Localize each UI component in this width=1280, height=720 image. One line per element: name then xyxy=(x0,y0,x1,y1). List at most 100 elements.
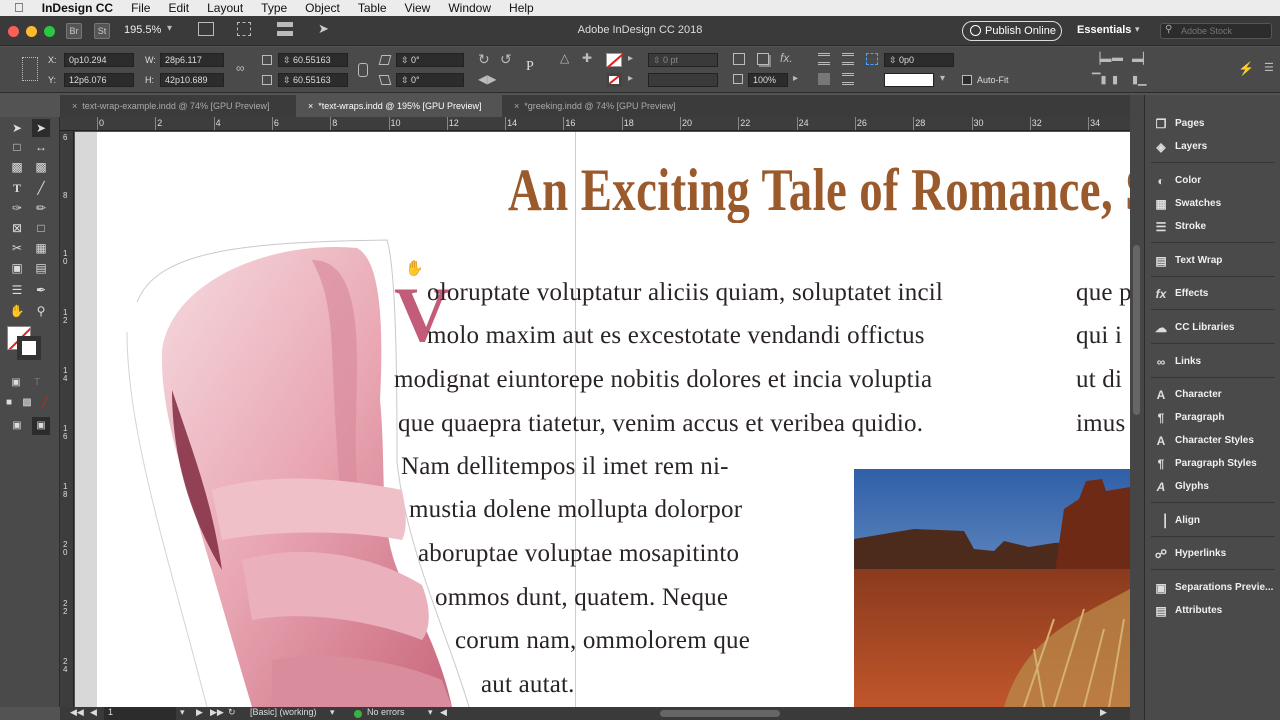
view-options-icon[interactable] xyxy=(198,22,214,36)
fill-swatch[interactable] xyxy=(606,53,623,68)
panel-color[interactable]: ◐ Color xyxy=(1145,170,1280,192)
scroll-left-icon[interactable]: ◀ xyxy=(440,707,447,718)
zoom-dropdown-icon[interactable]: ▾ xyxy=(167,23,172,34)
tab-greeking[interactable]: × *greeking.indd @ 74% [GPU Preview] xyxy=(502,95,702,117)
opacity-field[interactable]: 100% xyxy=(748,73,788,87)
apply-gradient-icon[interactable]: ▩ xyxy=(18,394,36,412)
panel-pages[interactable]: ❐ Pages xyxy=(1145,113,1280,135)
shear-angle-field[interactable]: ⇳ 0° xyxy=(396,73,464,87)
desert-landscape-image[interactable] xyxy=(854,469,1130,707)
first-page-icon[interactable]: ◀◀ xyxy=(70,707,84,718)
rotate-cw-icon[interactable]: ↻ xyxy=(478,51,490,68)
line-tool-icon[interactable]: ╱ xyxy=(32,179,50,197)
panel-attributes[interactable]: ▤ Attributes xyxy=(1145,600,1280,622)
pencil-tool-icon[interactable]: ✏ xyxy=(32,199,50,217)
constrain-proportions-icon[interactable]: ∞ xyxy=(236,61,245,75)
content-placer-icon[interactable]: ▩ xyxy=(32,158,50,176)
opacity-dropdown-icon[interactable]: ▸ xyxy=(793,73,798,84)
next-page-icon[interactable]: ▶ xyxy=(196,707,203,718)
menu-layout[interactable]: Layout xyxy=(198,0,252,16)
page-tool-icon[interactable]: □ xyxy=(8,138,26,156)
close-tab-icon[interactable]: × xyxy=(308,101,313,111)
quick-apply-icon[interactable]: ⚡ xyxy=(1238,61,1254,77)
column2-line[interactable]: imus xyxy=(1076,410,1125,438)
menu-file[interactable]: File xyxy=(122,0,159,16)
horizontal-scroll-thumb[interactable] xyxy=(660,710,780,717)
text-wrap-none-icon[interactable] xyxy=(818,53,830,65)
scissors-tool-icon[interactable]: ✂ xyxy=(8,239,26,257)
fill-dropdown-icon[interactable]: ▸ xyxy=(628,53,633,64)
stock-button[interactable]: St xyxy=(94,23,110,39)
profile-dropdown-icon[interactable]: ▾ xyxy=(330,707,335,718)
menu-window[interactable]: Window xyxy=(439,0,500,16)
menu-view[interactable]: View xyxy=(396,0,440,16)
align-bottom-icon[interactable]: ▮▁ xyxy=(1132,73,1147,86)
rotation-angle-field[interactable]: ⇳ 0° xyxy=(396,53,464,67)
preview-mode-icon[interactable]: ▣ xyxy=(32,417,50,435)
panel-text-wrap[interactable]: ▤ Text Wrap xyxy=(1145,250,1280,272)
tab-text-wrap-example[interactable]: × text-wrap-example.indd @ 74% [GPU Prev… xyxy=(60,95,296,117)
rectangle-frame-tool-icon[interactable]: ⊠ xyxy=(8,219,26,237)
panel-swatches[interactable]: ▦ Swatches xyxy=(1145,193,1280,215)
eyedropper-tool-icon[interactable]: ✒ xyxy=(32,281,50,299)
body-line[interactable]: ommos dunt, quatem. Neque xyxy=(435,584,728,612)
body-line[interactable]: que quaepra tiatetur, venim accus et ver… xyxy=(398,410,923,438)
body-line[interactable]: molo maxim aut es excestotate vendandi o… xyxy=(427,322,925,350)
y-position-field[interactable]: 12p6.076 xyxy=(64,73,134,87)
jump-next-column-icon[interactable] xyxy=(842,73,854,85)
apply-color-icon[interactable]: ■ xyxy=(0,394,18,412)
page-dropdown-icon[interactable]: ▾ xyxy=(180,707,185,718)
menu-help[interactable]: Help xyxy=(500,0,543,16)
page-number-field[interactable]: 1 xyxy=(104,707,176,720)
vertical-scroll-thumb[interactable] xyxy=(1133,245,1140,415)
close-window-button[interactable] xyxy=(8,26,19,37)
send-icon[interactable]: ➤ xyxy=(318,21,329,37)
selection-tool-icon[interactable]: ➤ xyxy=(8,119,26,137)
menu-object[interactable]: Object xyxy=(296,0,349,16)
panel-hyperlinks[interactable]: ☍ Hyperlinks xyxy=(1145,543,1280,565)
normal-mode-icon[interactable]: ▣ xyxy=(8,417,26,435)
hand-tool-icon[interactable]: ✋ xyxy=(8,302,26,320)
tab-text-wraps[interactable]: × *text-wraps.indd @ 195% [GPU Preview] xyxy=(296,95,502,117)
height-field[interactable]: 42p10.689 xyxy=(160,73,224,87)
panel-paragraph-styles[interactable]: ¶ Paragraph Styles xyxy=(1145,453,1280,475)
formatting-container-icon[interactable]: ▣ xyxy=(7,374,25,392)
app-menu[interactable]: InDesign CC xyxy=(33,0,122,16)
control-panel-menu-icon[interactable]: ☰ xyxy=(1264,61,1274,74)
panel-align[interactable]: ▕ Align xyxy=(1145,510,1280,532)
stroke-swatch[interactable] xyxy=(606,73,622,87)
preflight-profile[interactable]: [Basic] (working) xyxy=(250,707,317,717)
panel-glyphs[interactable]: A Glyphs xyxy=(1145,476,1280,498)
panel-character[interactable]: A Character xyxy=(1145,384,1280,406)
align-right-icon[interactable]: ▬▏ xyxy=(1132,52,1151,65)
jump-object-icon[interactable] xyxy=(818,73,830,85)
drop-shadow-icon[interactable] xyxy=(757,53,769,65)
note-tool-icon[interactable]: ☰ xyxy=(8,281,26,299)
zoom-tool-icon[interactable]: ⚲ xyxy=(32,302,50,320)
body-line[interactable]: aut autat. xyxy=(481,671,575,699)
minimize-window-button[interactable] xyxy=(26,26,37,37)
stroke-style-preview[interactable] xyxy=(884,73,934,87)
direct-selection-tool-icon[interactable]: ➤ xyxy=(32,119,50,137)
link-scale-icon[interactable] xyxy=(358,63,368,77)
wrap-bounding-box-icon[interactable] xyxy=(842,53,854,65)
content-collector-icon[interactable]: ▩ xyxy=(8,158,26,176)
pen-tool-icon[interactable]: ✑ xyxy=(8,199,26,217)
headline[interactable]: An Exciting Tale of Romance, Sp xyxy=(508,156,1130,225)
gap-tool-icon[interactable]: ↔ xyxy=(32,138,50,156)
open-page-icon[interactable]: ↻ xyxy=(228,707,236,718)
gradient-swatch-tool-icon[interactable]: ▣ xyxy=(8,259,26,277)
screen-mode-icon[interactable] xyxy=(237,22,251,36)
workspace-switcher[interactable]: Essentials xyxy=(1077,24,1131,36)
panel-effects[interactable]: fx Effects xyxy=(1145,283,1280,305)
menu-table[interactable]: Table xyxy=(349,0,396,16)
rotate-ccw-icon[interactable]: ↺ xyxy=(500,51,512,68)
select-container-icon[interactable]: △ xyxy=(560,51,569,65)
last-page-icon[interactable]: ▶▶ xyxy=(210,707,224,718)
width-field[interactable]: 28p6.117 xyxy=(160,53,224,67)
arrange-documents-icon[interactable] xyxy=(277,22,293,36)
gradient-feather-tool-icon[interactable]: ▤ xyxy=(32,259,50,277)
close-tab-icon[interactable]: × xyxy=(72,101,77,111)
panel-layers[interactable]: ◈ Layers xyxy=(1145,136,1280,158)
menu-type[interactable]: Type xyxy=(252,0,296,16)
